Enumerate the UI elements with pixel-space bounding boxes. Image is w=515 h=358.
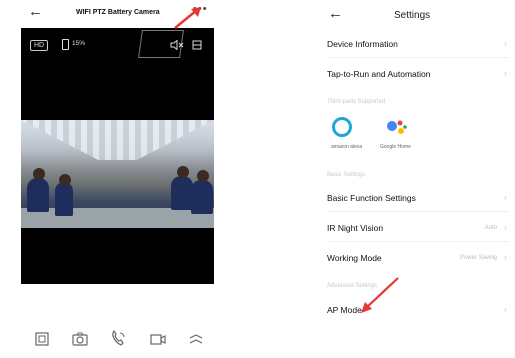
google-assistant-logo-icon[interactable] — [386, 118, 408, 138]
section-header-third-party: Third-party Supported — [327, 99, 386, 105]
chevron-right-icon: › — [504, 192, 507, 202]
settings-row-working-mode[interactable]: Working Mode Power Saving › — [327, 246, 509, 270]
camera-toolbar — [21, 330, 214, 350]
section-header-basic: Basic Settings — [327, 172, 366, 178]
settings-row-device-information[interactable]: Device Information › — [327, 32, 509, 56]
live-view[interactable]: HD 15% — [21, 28, 214, 284]
chevron-right-icon: › — [504, 304, 507, 314]
settings-row-basic-function[interactable]: Basic Function Settings › — [327, 186, 509, 210]
camera-title: WIFI PTZ Battery Camera — [76, 9, 160, 16]
row-value: Auto — [484, 225, 497, 231]
row-value: Power Saving — [459, 255, 497, 261]
battery-percent: 15% — [72, 40, 86, 47]
camera-snapshot-icon[interactable] — [71, 330, 89, 348]
row-label: Tap-to-Run and Automation — [327, 69, 431, 79]
annotation-arrow — [361, 277, 399, 313]
divider — [327, 241, 509, 242]
annotation-arrow — [174, 7, 201, 29]
settings-row-ap-mode[interactable]: AP Mode › — [327, 298, 509, 322]
alexa-label: amazon alexa — [331, 144, 363, 150]
back-arrow-icon[interactable]: ← — [328, 6, 343, 21]
talk-icon[interactable] — [109, 330, 127, 348]
chevron-right-icon: › — [504, 252, 507, 262]
fullscreen-icon[interactable] — [192, 40, 202, 50]
chevron-right-icon: › — [504, 38, 507, 48]
divider — [327, 211, 509, 212]
google-home-label: Google Home — [380, 144, 411, 150]
row-label: Basic Function Settings — [327, 193, 416, 203]
divider — [327, 57, 509, 58]
speaker-mute-icon[interactable] — [170, 40, 184, 50]
alexa-logo-icon[interactable] — [332, 117, 352, 137]
camera-video-feed — [21, 120, 214, 228]
record-icon[interactable] — [149, 330, 167, 348]
back-arrow-icon[interactable]: ← — [28, 4, 43, 19]
row-label: Device Information — [327, 39, 398, 49]
camera-screen: ← WIFI PTZ Battery Camera ••• HD 15% — [21, 0, 214, 358]
settings-screen: ← Settings Device Information › Tap-to-R… — [318, 0, 515, 358]
page-title: Settings — [394, 10, 431, 21]
settings-row-ir-night-vision[interactable]: IR Night Vision Auto › — [327, 216, 509, 240]
chevron-right-icon: › — [504, 68, 507, 78]
screenshot-icon[interactable] — [33, 330, 51, 348]
row-label: IR Night Vision — [327, 223, 384, 233]
row-label: Working Mode — [327, 253, 382, 263]
settings-row-tap-to-run[interactable]: Tap-to-Run and Automation › — [327, 62, 509, 86]
hd-quality-badge[interactable]: HD — [30, 40, 49, 51]
battery-icon — [62, 39, 69, 50]
chevron-right-icon: › — [504, 222, 507, 232]
more-controls-icon[interactable] — [187, 330, 205, 348]
